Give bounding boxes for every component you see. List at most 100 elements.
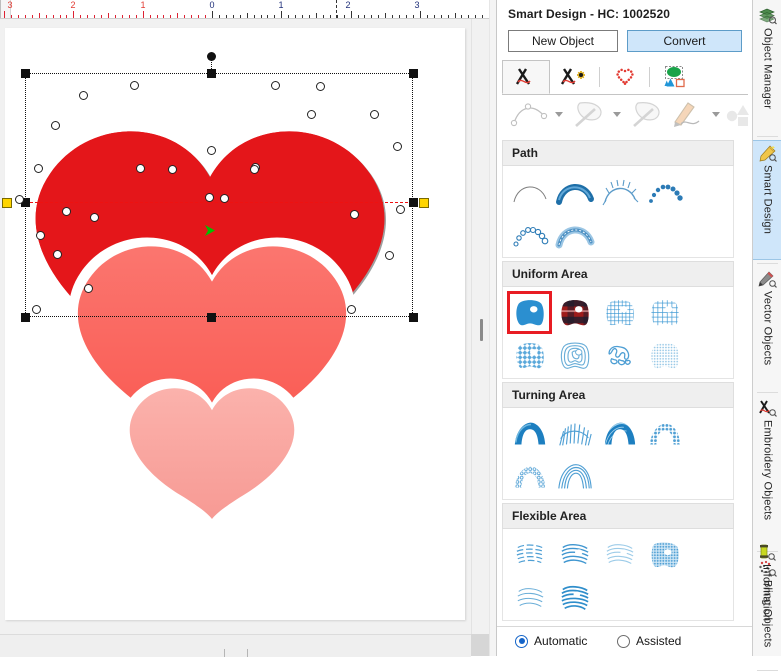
- outline-node[interactable]: [62, 207, 71, 216]
- turning-bead[interactable]: [642, 412, 687, 455]
- bead-path-stitch[interactable]: [642, 170, 687, 213]
- stipple-fill[interactable]: [597, 334, 642, 377]
- outline-node[interactable]: [271, 81, 280, 90]
- horizontal-ruler[interactable]: 3 2 1 0 1 2 3: [0, 0, 490, 19]
- outline-node[interactable]: [393, 142, 402, 151]
- tab-separator-1: [599, 67, 600, 87]
- skew-handle-left[interactable]: [2, 198, 12, 208]
- canvas-horizontal-scrollbar[interactable]: [0, 634, 471, 657]
- lattice-fill[interactable]: [507, 334, 552, 377]
- outline-node[interactable]: [350, 210, 359, 219]
- outline-node[interactable]: [53, 250, 62, 259]
- rotation-handle[interactable]: [207, 52, 216, 61]
- single-run-stitch[interactable]: [507, 170, 552, 213]
- outline-node[interactable]: [205, 193, 214, 202]
- digitize-open-shape-tab[interactable]: [502, 60, 550, 94]
- sequin-path-stitch[interactable]: [507, 213, 552, 256]
- automatic-radio-option[interactable]: Automatic: [515, 634, 587, 648]
- turning-satin[interactable]: [507, 412, 552, 455]
- outline-node[interactable]: [136, 164, 145, 173]
- digitizing-tab-strip: [502, 60, 748, 95]
- outline-node[interactable]: [168, 165, 177, 174]
- resize-handle-bottom-center[interactable]: [207, 313, 216, 322]
- magic-wand-fill-tool[interactable]: [628, 100, 666, 130]
- solid-dome-icon: [514, 422, 545, 444]
- resize-handle-top-left[interactable]: [21, 69, 30, 78]
- flex-wave[interactable]: [552, 533, 597, 576]
- grid-fill[interactable]: [642, 291, 687, 334]
- outline-node[interactable]: [36, 231, 45, 240]
- contour-fill[interactable]: [552, 334, 597, 377]
- plaid-blob-icon: [560, 299, 589, 325]
- sidebar-item-information[interactable]: Information: [752, 540, 781, 650]
- solid-fill[interactable]: [507, 291, 552, 334]
- grid-blob-icon: [650, 299, 679, 325]
- flex-light-wave[interactable]: [597, 533, 642, 576]
- automatic-radio[interactable]: [515, 634, 528, 648]
- outline-node[interactable]: [250, 165, 259, 174]
- outline-node[interactable]: [307, 110, 316, 119]
- flex-dense-wave[interactable]: [552, 576, 597, 619]
- digitize-closed-shape-tab[interactable]: [550, 60, 598, 94]
- layered-path-stitch[interactable]: [552, 213, 597, 256]
- outline-node[interactable]: [32, 305, 41, 314]
- selection-bounding-box[interactable]: [25, 73, 413, 317]
- resize-handle-top-right[interactable]: [409, 69, 418, 78]
- curve-node-tool[interactable]: [510, 100, 550, 130]
- outline-node[interactable]: [51, 121, 60, 130]
- resize-handle-top-center[interactable]: [207, 69, 216, 78]
- outline-node[interactable]: [370, 110, 379, 119]
- design-stage[interactable]: [0, 19, 471, 634]
- skew-handle-right[interactable]: [419, 198, 429, 208]
- outline-node[interactable]: [79, 91, 88, 100]
- flex-textured-wave[interactable]: [642, 533, 687, 576]
- crosshatch-fill[interactable]: [597, 291, 642, 334]
- comb-dome-icon: [558, 423, 592, 446]
- sidebar-item-embroidery-objects[interactable]: Embroidery Objects: [753, 396, 781, 548]
- shape-objects-tab[interactable]: [651, 60, 699, 94]
- comb-path-stitch[interactable]: [597, 170, 642, 213]
- canvas-vertical-scrollbar[interactable]: [471, 19, 490, 634]
- turning-ripple[interactable]: [597, 412, 642, 455]
- convert-button[interactable]: Convert: [627, 30, 742, 52]
- sidebar-item-smart-design[interactable]: Smart Design: [753, 140, 781, 260]
- resize-handle-bottom-right[interactable]: [409, 313, 418, 322]
- assisted-radio[interactable]: [617, 634, 630, 648]
- outline-node[interactable]: [15, 195, 24, 204]
- outline-node[interactable]: [130, 81, 139, 90]
- sequin-arc-icon: [512, 226, 548, 247]
- stipple-blob-icon: [607, 345, 631, 365]
- outline-node[interactable]: [90, 213, 99, 222]
- auto-outline-tab[interactable]: [601, 60, 649, 94]
- flex-broken-line[interactable]: [507, 533, 552, 576]
- sidebar-item-object-manager[interactable]: Object Manager: [753, 4, 781, 132]
- resize-handle-bottom-left[interactable]: [21, 313, 30, 322]
- shape-tool[interactable]: [726, 100, 752, 130]
- design-work-surface[interactable]: [0, 19, 471, 634]
- vertical-scrollbar-thumb[interactable]: [480, 319, 483, 341]
- outline-node[interactable]: [220, 194, 229, 203]
- plaid-fill[interactable]: [552, 291, 597, 334]
- light-texture-fill[interactable]: [642, 334, 687, 377]
- outline-node[interactable]: [396, 205, 405, 214]
- assisted-radio-option[interactable]: Assisted: [617, 634, 681, 648]
- outline-node[interactable]: [347, 305, 356, 314]
- magic-wand-tool[interactable]: [570, 100, 608, 130]
- turning-layered[interactable]: [552, 455, 597, 498]
- outline-node[interactable]: [385, 251, 394, 260]
- magic-wand-dropdown-caret[interactable]: [613, 112, 621, 117]
- outline-node[interactable]: [84, 284, 93, 293]
- curve-node-dropdown-caret[interactable]: [555, 112, 563, 117]
- turning-sequin[interactable]: [507, 455, 552, 498]
- outline-node[interactable]: [34, 164, 43, 173]
- resize-handle-middle-right[interactable]: [409, 198, 418, 207]
- new-object-button[interactable]: New Object: [508, 30, 618, 52]
- flex-sparse-wave[interactable]: [507, 576, 552, 619]
- sidebar-item-vector-objects[interactable]: Vector Objects: [753, 267, 781, 389]
- freehand-pencil-tool[interactable]: [672, 100, 708, 130]
- turning-comb[interactable]: [552, 412, 597, 455]
- outline-node[interactable]: [207, 146, 216, 155]
- outline-node[interactable]: [316, 82, 325, 91]
- satin-path-stitch[interactable]: [552, 170, 597, 213]
- freehand-dropdown-caret[interactable]: [712, 112, 720, 117]
